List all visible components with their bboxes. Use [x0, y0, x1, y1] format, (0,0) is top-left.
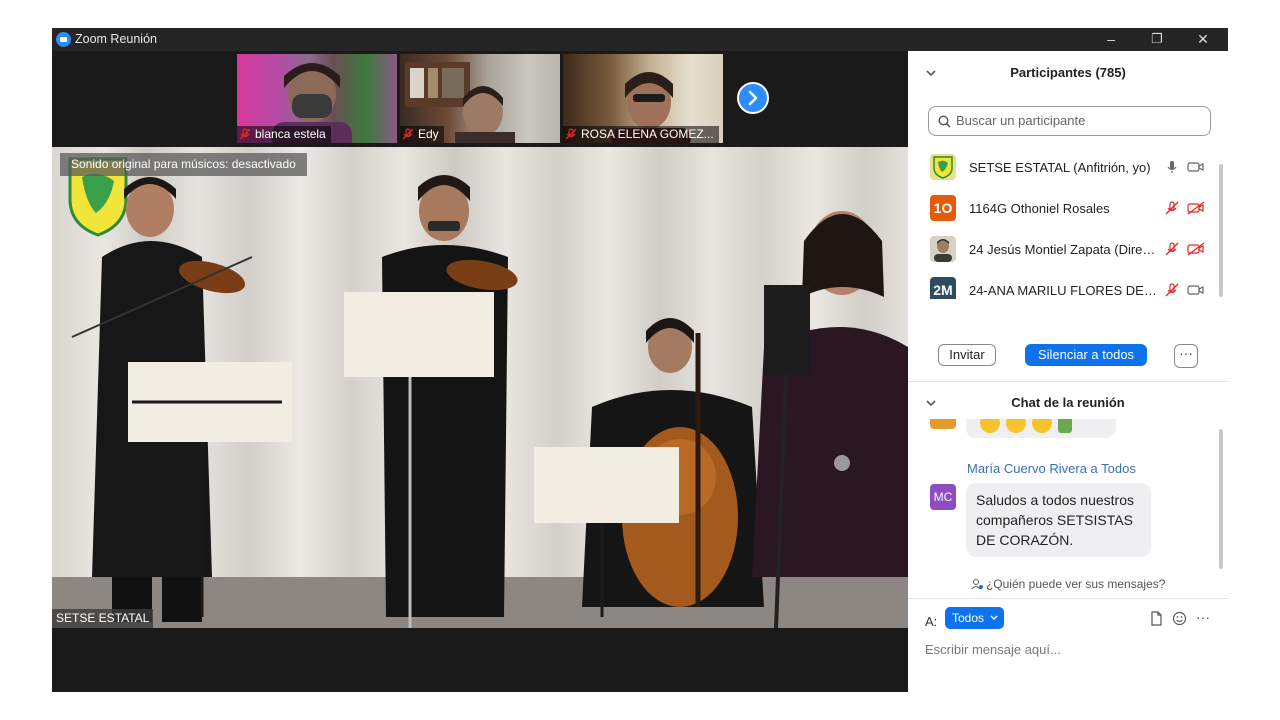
chat-messages: María Cuervo Rivera a Todos MC Saludos a…: [908, 419, 1218, 569]
window-title: Zoom Reunión: [75, 32, 157, 46]
mic-icon[interactable]: [1165, 160, 1179, 174]
chat-scrollbar[interactable]: [1219, 429, 1223, 569]
avatar: 2M: [930, 277, 956, 299]
participant-name: SETSE ESTATAL (Anfitrión, yo): [969, 160, 1151, 175]
participants-scrollbar[interactable]: [1219, 164, 1223, 297]
panel-divider: [908, 598, 1228, 599]
participant-name: 24-ANA MARILU FLORES DEL A...: [969, 283, 1159, 298]
participants-title: Participantes (785): [1010, 65, 1126, 80]
camera-icon[interactable]: [1187, 160, 1205, 174]
zoom-logo-icon: [56, 32, 71, 47]
avatar: [930, 419, 956, 429]
participant-thumbnail[interactable]: blanca estela: [237, 54, 397, 143]
participant-name-tag: Edy: [400, 126, 444, 143]
message-sender[interactable]: María Cuervo Rivera a Todos: [967, 461, 1136, 476]
muted-mic-icon[interactable]: [1165, 201, 1179, 215]
avatar: MC: [930, 484, 956, 510]
chevron-down-icon[interactable]: [926, 391, 936, 417]
participant-row[interactable]: 1O 1164G Othoniel Rosales: [908, 188, 1218, 229]
zoom-meeting-window: Zoom Reunión – ❐ ✕ blanca estela Edy ROS…: [52, 28, 1228, 692]
muted-mic-icon: [565, 128, 577, 140]
participants-header[interactable]: Participantes (785): [908, 61, 1228, 85]
emoji-icon[interactable]: [1172, 611, 1187, 626]
panel-divider: [908, 381, 1228, 382]
recipient-label: A:: [925, 614, 938, 629]
title-bar: Zoom Reunión – ❐ ✕: [52, 28, 1228, 51]
invite-button[interactable]: Invitar: [938, 344, 996, 366]
chat-title: Chat de la reunión: [1011, 395, 1125, 410]
camera-icon[interactable]: [1187, 283, 1205, 297]
restore-button[interactable]: ❐: [1134, 28, 1180, 51]
chevron-right-icon: [748, 90, 758, 106]
chevron-down-icon: [990, 615, 998, 620]
participant-row[interactable]: 2M 24-ANA MARILU FLORES DEL A...: [908, 270, 1218, 299]
mute-all-button[interactable]: Silenciar a todos: [1025, 344, 1147, 366]
participant-thumbnail[interactable]: Edy: [400, 54, 560, 143]
close-button[interactable]: ✕: [1180, 28, 1226, 51]
clap-emoji-icon: [1032, 419, 1052, 433]
file-icon[interactable]: [1150, 611, 1163, 626]
participant-name: 24 Jesús Montiel Zapata (Direc...: [969, 242, 1159, 257]
camera-off-icon[interactable]: [1187, 242, 1205, 256]
rose-emoji-icon: [1058, 419, 1072, 433]
speaker-name-tag: SETSE ESTATAL: [52, 609, 154, 628]
participant-row[interactable]: 24 Jesús Montiel Zapata (Direc...: [908, 229, 1218, 270]
main-video[interactable]: Sonido original para músicos: desactivad…: [52, 147, 908, 628]
chat-more-button[interactable]: ···: [1196, 609, 1210, 625]
video-area: blanca estela Edy ROSA ELENA GOMEZ... So…: [52, 51, 908, 692]
participant-name: 1164G Othoniel Rosales: [969, 201, 1110, 216]
next-page-button[interactable]: [737, 82, 769, 114]
chat-header[interactable]: Chat de la reunión: [908, 391, 1228, 415]
muted-mic-icon[interactable]: [1165, 283, 1179, 297]
muted-mic-icon: [239, 128, 251, 140]
search-participant-input[interactable]: Buscar un participante: [928, 106, 1211, 136]
muted-mic-icon[interactable]: [1165, 242, 1179, 256]
who-can-see-link[interactable]: ¿Quién puede ver sus mensajes?: [908, 577, 1228, 591]
more-options-button[interactable]: ···: [1174, 344, 1198, 368]
avatar: [930, 236, 956, 262]
avatar: 1O: [930, 195, 956, 221]
emoji-message: [966, 419, 1116, 438]
chevron-down-icon[interactable]: [926, 61, 936, 87]
participant-row[interactable]: SETSE ESTATAL (Anfitrión, yo): [908, 147, 1218, 188]
recipient-select[interactable]: Todos: [945, 607, 1004, 629]
side-panel: Participantes (785) Buscar un participan…: [908, 51, 1228, 692]
minimize-button[interactable]: –: [1088, 28, 1134, 51]
chat-message: Saludos a todos nuestros compañeros SETS…: [966, 483, 1151, 557]
avatar: [930, 154, 956, 180]
muted-mic-icon: [402, 128, 414, 140]
participant-name-tag: blanca estela: [237, 126, 331, 143]
participant-name-tag: ROSA ELENA GOMEZ...: [563, 126, 719, 143]
clap-emoji-icon: [1006, 419, 1026, 433]
original-sound-notice: Sonido original para músicos: desactivad…: [60, 153, 307, 176]
search-icon: [938, 115, 951, 128]
person-icon: [971, 578, 983, 590]
chat-message-input[interactable]: Escribir mensaje aquí...: [925, 642, 1061, 657]
musicians-video: [68, 157, 908, 628]
participant-list: SETSE ESTATAL (Anfitrión, yo) 1O 1164G O…: [908, 147, 1218, 299]
participant-thumbnail[interactable]: ROSA ELENA GOMEZ...: [563, 54, 723, 143]
clap-emoji-icon: [980, 419, 1000, 433]
camera-off-icon[interactable]: [1187, 201, 1205, 215]
